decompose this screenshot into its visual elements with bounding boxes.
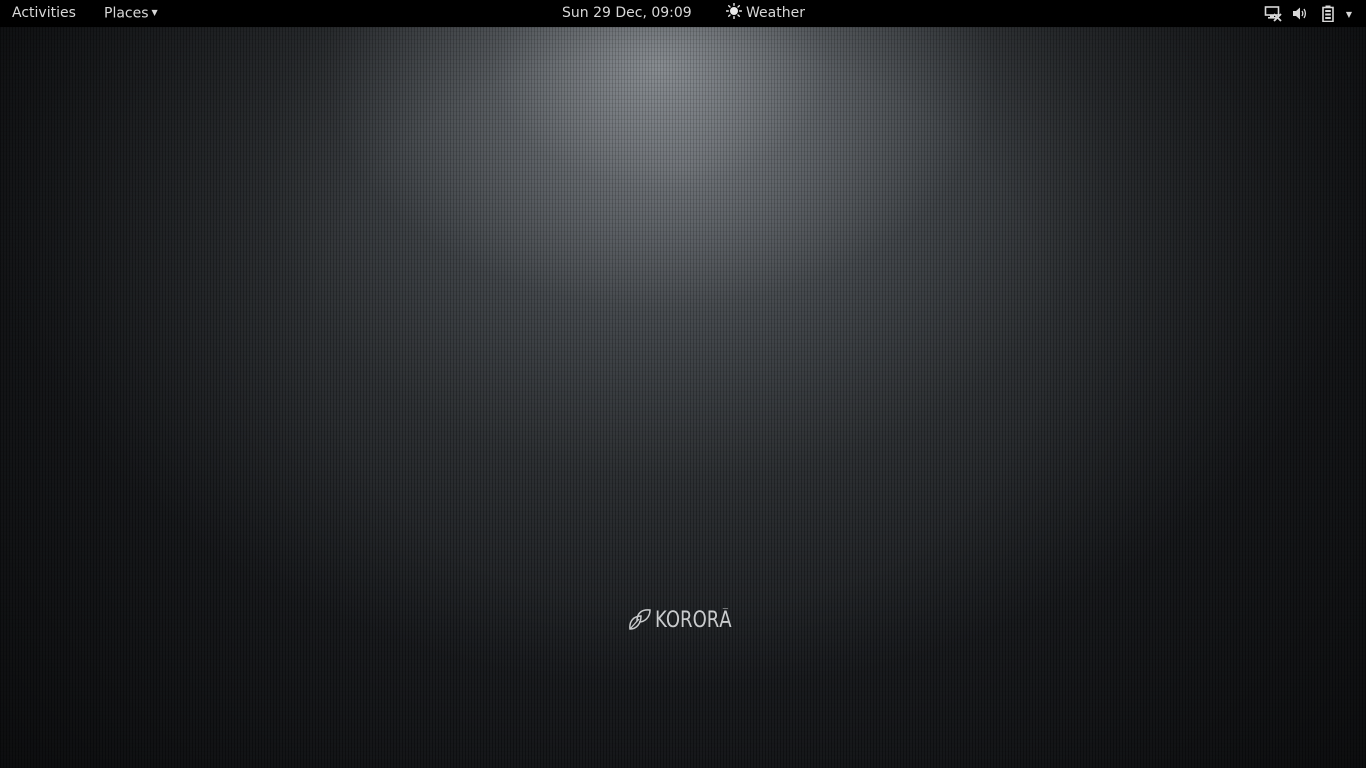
- weather-label: Weather: [746, 5, 805, 21]
- clock-label: Sun 29 Dec, 09:09: [562, 5, 692, 21]
- system-menu-caret-icon[interactable]: ▼: [1343, 0, 1355, 27]
- clock-button[interactable]: Sun 29 Dec, 09:09: [562, 0, 692, 27]
- places-menu-button[interactable]: Places ▼: [104, 0, 158, 27]
- volume-icon[interactable]: [1292, 5, 1308, 22]
- weather-button[interactable]: Weather: [725, 0, 805, 27]
- network-icon[interactable]: [1264, 5, 1282, 22]
- places-label: Places: [104, 5, 149, 22]
- activities-label: Activities: [12, 5, 76, 21]
- top-bar: Activities Places ▼ Sun 29 Dec, 09:09 We…: [0, 0, 1366, 27]
- battery-icon[interactable]: [1321, 5, 1335, 22]
- leaf-logo-icon: [629, 609, 651, 630]
- chevron-down-icon: ▼: [151, 8, 158, 17]
- desktop: Activities Places ▼ Sun 29 Dec, 09:09 We…: [0, 0, 1366, 768]
- korora-logo: KORORĀ: [627, 605, 748, 635]
- korora-logo-text: KORORĀ: [655, 607, 732, 633]
- desktop-wallpaper: [0, 27, 1366, 768]
- sun-icon: [725, 2, 743, 20]
- activities-button[interactable]: Activities: [12, 0, 76, 27]
